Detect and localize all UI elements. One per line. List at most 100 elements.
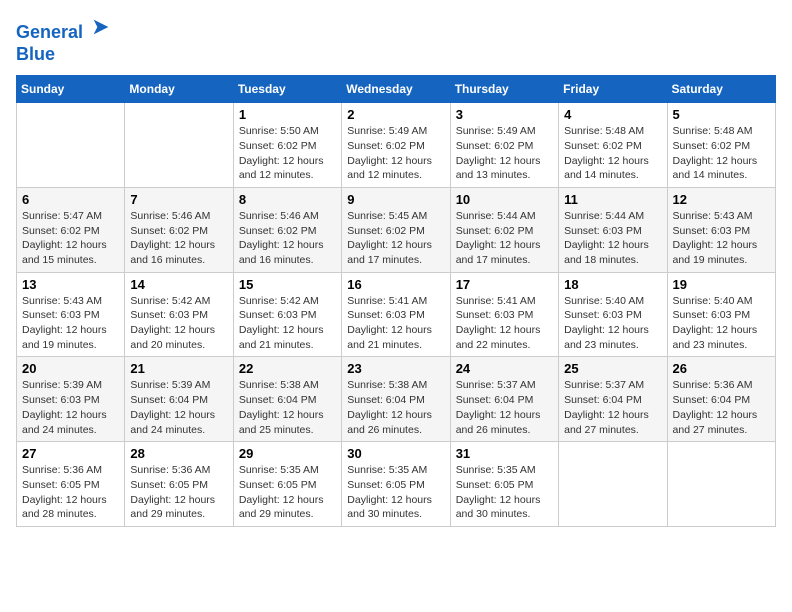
day-number: 7: [130, 192, 227, 207]
day-number: 18: [564, 277, 661, 292]
calendar-cell: 23 Sunrise: 5:38 AM Sunset: 6:04 PM Dayli…: [342, 357, 450, 442]
calendar-cell: 5 Sunrise: 5:48 AM Sunset: 6:02 PM Daylig…: [667, 103, 775, 188]
day-info: Sunrise: 5:44 AM Sunset: 6:03 PM Dayligh…: [564, 209, 661, 268]
calendar-body: 1Sunrise: 5:50 AM Sunset: 6:02 PM Daylig…: [17, 103, 776, 527]
logo-arrow-icon: [90, 16, 112, 38]
day-number: 12: [673, 192, 770, 207]
calendar-cell: 13 Sunrise: 5:43 AM Sunset: 6:03 PM Dayli…: [17, 272, 125, 357]
calendar-cell: 22Sunrise: 5:38 AM Sunset: 6:04 PM Dayli…: [233, 357, 341, 442]
calendar-cell: 6 Sunrise: 5:47 AM Sunset: 6:02 PM Daylig…: [17, 187, 125, 272]
day-info: Sunrise: 5:35 AM Sunset: 6:05 PM Dayligh…: [347, 463, 444, 522]
calendar-cell: 2 Sunrise: 5:49 AM Sunset: 6:02 PM Daylig…: [342, 103, 450, 188]
calendar-cell: 16Sunrise: 5:41 AM Sunset: 6:03 PM Dayli…: [342, 272, 450, 357]
day-header-sunday: Sunday: [17, 76, 125, 103]
day-info: Sunrise: 5:48 AM Sunset: 6:02 PM Dayligh…: [673, 124, 770, 183]
day-number: 19: [673, 277, 770, 292]
calendar-cell: 25Sunrise: 5:37 AM Sunset: 6:04 PM Dayli…: [559, 357, 667, 442]
day-info: Sunrise: 5:49 AM Sunset: 6:02 PM Dayligh…: [347, 124, 444, 183]
calendar-cell: 1Sunrise: 5:50 AM Sunset: 6:02 PM Daylig…: [233, 103, 341, 188]
day-info: Sunrise: 5:46 AM Sunset: 6:02 PM Dayligh…: [130, 209, 227, 268]
logo: General Blue: [16, 16, 112, 65]
day-info: Sunrise: 5:40 AM Sunset: 6:03 PM Dayligh…: [564, 294, 661, 353]
week-row-4: 20Sunrise: 5:39 AM Sunset: 6:03 PM Dayli…: [17, 357, 776, 442]
day-number: 26: [673, 361, 770, 376]
day-info: Sunrise: 5:37 AM Sunset: 6:04 PM Dayligh…: [564, 378, 661, 437]
week-row-1: 1Sunrise: 5:50 AM Sunset: 6:02 PM Daylig…: [17, 103, 776, 188]
calendar-cell: 21Sunrise: 5:39 AM Sunset: 6:04 PM Dayli…: [125, 357, 233, 442]
calendar-cell: 28Sunrise: 5:36 AM Sunset: 6:05 PM Dayli…: [125, 442, 233, 527]
calendar-cell: 4 Sunrise: 5:48 AM Sunset: 6:02 PM Daylig…: [559, 103, 667, 188]
day-number: 24: [456, 361, 553, 376]
day-header-tuesday: Tuesday: [233, 76, 341, 103]
day-number: 17: [456, 277, 553, 292]
day-number: 27: [22, 446, 119, 461]
calendar-cell: 7 Sunrise: 5:46 AM Sunset: 6:02 PM Daylig…: [125, 187, 233, 272]
calendar-cell: 29 Sunrise: 5:35 AM Sunset: 6:05 PM Dayli…: [233, 442, 341, 527]
day-number: 9: [347, 192, 444, 207]
day-info: Sunrise: 5:45 AM Sunset: 6:02 PM Dayligh…: [347, 209, 444, 268]
day-header-saturday: Saturday: [667, 76, 775, 103]
calendar-cell: 24 Sunrise: 5:37 AM Sunset: 6:04 PM Dayli…: [450, 357, 558, 442]
day-number: 31: [456, 446, 553, 461]
day-info: Sunrise: 5:41 AM Sunset: 6:03 PM Dayligh…: [347, 294, 444, 353]
day-info: Sunrise: 5:35 AM Sunset: 6:05 PM Dayligh…: [456, 463, 553, 522]
day-number: 4: [564, 107, 661, 122]
calendar-cell: 11 Sunrise: 5:44 AM Sunset: 6:03 PM Dayli…: [559, 187, 667, 272]
calendar-cell: 17Sunrise: 5:41 AM Sunset: 6:03 PM Dayli…: [450, 272, 558, 357]
calendar-cell: 15 Sunrise: 5:42 AM Sunset: 6:03 PM Dayli…: [233, 272, 341, 357]
calendar-cell: 3 Sunrise: 5:49 AM Sunset: 6:02 PM Daylig…: [450, 103, 558, 188]
calendar-cell: [667, 442, 775, 527]
logo-text: General: [16, 16, 112, 44]
day-number: 11: [564, 192, 661, 207]
calendar-cell: 8 Sunrise: 5:46 AM Sunset: 6:02 PM Daylig…: [233, 187, 341, 272]
day-number: 2: [347, 107, 444, 122]
calendar-cell: 19Sunrise: 5:40 AM Sunset: 6:03 PM Dayli…: [667, 272, 775, 357]
day-header-thursday: Thursday: [450, 76, 558, 103]
day-number: 1: [239, 107, 336, 122]
day-info: Sunrise: 5:46 AM Sunset: 6:02 PM Dayligh…: [239, 209, 336, 268]
day-info: Sunrise: 5:38 AM Sunset: 6:04 PM Dayligh…: [239, 378, 336, 437]
day-number: 8: [239, 192, 336, 207]
day-info: Sunrise: 5:39 AM Sunset: 6:04 PM Dayligh…: [130, 378, 227, 437]
calendar-cell: 31 Sunrise: 5:35 AM Sunset: 6:05 PM Dayli…: [450, 442, 558, 527]
day-info: Sunrise: 5:47 AM Sunset: 6:02 PM Dayligh…: [22, 209, 119, 268]
page-header: General Blue: [16, 16, 776, 65]
day-number: 13: [22, 277, 119, 292]
day-info: Sunrise: 5:43 AM Sunset: 6:03 PM Dayligh…: [673, 209, 770, 268]
day-info: Sunrise: 5:37 AM Sunset: 6:04 PM Dayligh…: [456, 378, 553, 437]
day-number: 14: [130, 277, 227, 292]
calendar-cell: 10Sunrise: 5:44 AM Sunset: 6:02 PM Dayli…: [450, 187, 558, 272]
calendar-cell: [17, 103, 125, 188]
week-row-2: 6 Sunrise: 5:47 AM Sunset: 6:02 PM Daylig…: [17, 187, 776, 272]
calendar-cell: 30 Sunrise: 5:35 AM Sunset: 6:05 PM Dayli…: [342, 442, 450, 527]
calendar-header-row: SundayMondayTuesdayWednesdayThursdayFrid…: [17, 76, 776, 103]
day-number: 29: [239, 446, 336, 461]
day-info: Sunrise: 5:38 AM Sunset: 6:04 PM Dayligh…: [347, 378, 444, 437]
day-info: Sunrise: 5:42 AM Sunset: 6:03 PM Dayligh…: [239, 294, 336, 353]
day-header-wednesday: Wednesday: [342, 76, 450, 103]
day-info: Sunrise: 5:44 AM Sunset: 6:02 PM Dayligh…: [456, 209, 553, 268]
day-info: Sunrise: 5:48 AM Sunset: 6:02 PM Dayligh…: [564, 124, 661, 183]
day-number: 28: [130, 446, 227, 461]
calendar-cell: 9 Sunrise: 5:45 AM Sunset: 6:02 PM Daylig…: [342, 187, 450, 272]
day-number: 15: [239, 277, 336, 292]
calendar-cell: [559, 442, 667, 527]
calendar-cell: 20Sunrise: 5:39 AM Sunset: 6:03 PM Dayli…: [17, 357, 125, 442]
calendar-cell: 18 Sunrise: 5:40 AM Sunset: 6:03 PM Dayli…: [559, 272, 667, 357]
calendar-table: SundayMondayTuesdayWednesdayThursdayFrid…: [16, 75, 776, 527]
day-number: 6: [22, 192, 119, 207]
week-row-3: 13 Sunrise: 5:43 AM Sunset: 6:03 PM Dayli…: [17, 272, 776, 357]
day-number: 3: [456, 107, 553, 122]
day-info: Sunrise: 5:43 AM Sunset: 6:03 PM Dayligh…: [22, 294, 119, 353]
day-number: 30: [347, 446, 444, 461]
day-info: Sunrise: 5:42 AM Sunset: 6:03 PM Dayligh…: [130, 294, 227, 353]
day-number: 5: [673, 107, 770, 122]
day-info: Sunrise: 5:36 AM Sunset: 6:05 PM Dayligh…: [22, 463, 119, 522]
day-header-friday: Friday: [559, 76, 667, 103]
day-info: Sunrise: 5:35 AM Sunset: 6:05 PM Dayligh…: [239, 463, 336, 522]
day-number: 20: [22, 361, 119, 376]
day-number: 23: [347, 361, 444, 376]
day-info: Sunrise: 5:49 AM Sunset: 6:02 PM Dayligh…: [456, 124, 553, 183]
week-row-5: 27 Sunrise: 5:36 AM Sunset: 6:05 PM Dayli…: [17, 442, 776, 527]
calendar-cell: 27 Sunrise: 5:36 AM Sunset: 6:05 PM Dayli…: [17, 442, 125, 527]
